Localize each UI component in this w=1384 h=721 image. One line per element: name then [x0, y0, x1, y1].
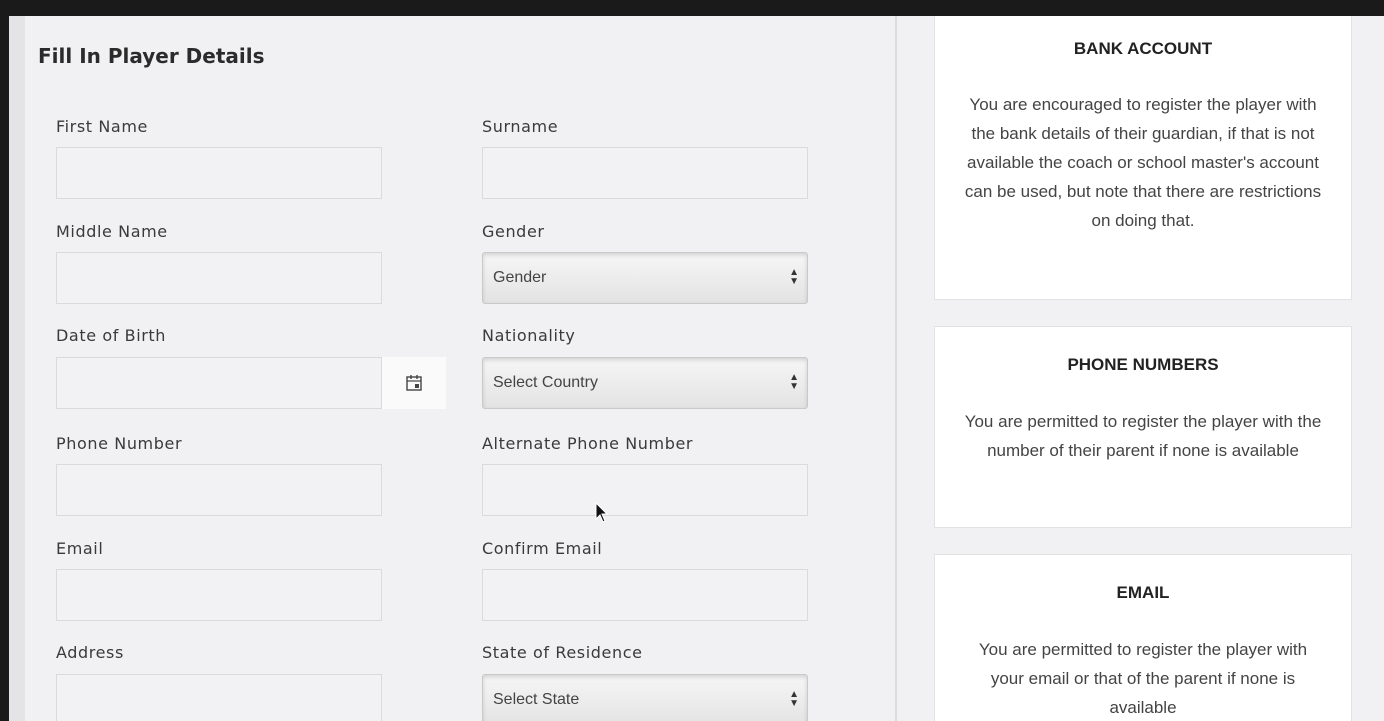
phone-numbers-text: You are permitted to register the player… [964, 412, 1322, 460]
bank-account-text: You are encouraged to register the playe… [964, 95, 1322, 230]
page: Fill In Player Details First Name Surnam… [9, 16, 1384, 721]
alt-phone-input[interactable] [482, 464, 808, 516]
email-card-text: You are permitted to register the player… [978, 640, 1308, 717]
nationality-select-value: Select Country [493, 374, 598, 391]
alt-phone-label: Alternate Phone Number [482, 434, 694, 453]
player-details-form: Fill In Player Details First Name Surnam… [9, 16, 897, 721]
select-arrows-icon: ▲ ▼ [789, 372, 799, 392]
first-name-label: First Name [56, 117, 148, 136]
dob-input[interactable] [56, 357, 382, 409]
state-label: State of Residence [482, 643, 643, 662]
address-input[interactable] [56, 674, 382, 721]
email-card: EMAIL You are permitted to register the … [934, 554, 1352, 721]
phone-numbers-card: PHONE NUMBERS You are permitted to regis… [934, 326, 1352, 528]
phone-numbers-title: PHONE NUMBERS [1067, 355, 1219, 374]
nationality-label: Nationality [482, 326, 576, 345]
email-input[interactable] [56, 569, 382, 621]
select-arrows-icon: ▲ ▼ [789, 689, 799, 709]
gender-select-value: Gender [493, 269, 547, 286]
first-name-input[interactable] [56, 147, 382, 199]
phone-label: Phone Number [56, 434, 183, 453]
confirm-email-label: Confirm Email [482, 539, 603, 558]
email-card-title: EMAIL [1116, 583, 1170, 602]
calendar-icon [406, 375, 422, 391]
email-label: Email [56, 539, 104, 558]
surname-label: Surname [482, 117, 559, 136]
middle-name-label: Middle Name [56, 222, 168, 241]
surname-input[interactable] [482, 147, 808, 199]
nationality-select[interactable]: Select Country ▲ ▼ [482, 357, 808, 409]
select-arrows-icon: ▲ ▼ [789, 267, 799, 287]
form-title: Fill In Player Details [38, 44, 265, 68]
bank-account-card: BANK ACCOUNT You are encouraged to regis… [934, 16, 1352, 300]
dob-label: Date of Birth [56, 326, 167, 345]
dob-calendar-button[interactable] [382, 357, 446, 409]
state-select[interactable]: Select State ▲ ▼ [482, 674, 808, 721]
confirm-email-input[interactable] [482, 569, 808, 621]
address-label: Address [56, 643, 124, 662]
gender-label: Gender [482, 222, 545, 241]
bank-account-title: BANK ACCOUNT [1073, 39, 1213, 58]
mouse-cursor-icon [595, 502, 609, 523]
phone-input[interactable] [56, 464, 382, 516]
dob-field-group [56, 357, 446, 409]
gender-select[interactable]: Gender ▲ ▼ [482, 252, 808, 304]
state-select-value: Select State [493, 691, 580, 708]
middle-name-input[interactable] [56, 252, 382, 304]
